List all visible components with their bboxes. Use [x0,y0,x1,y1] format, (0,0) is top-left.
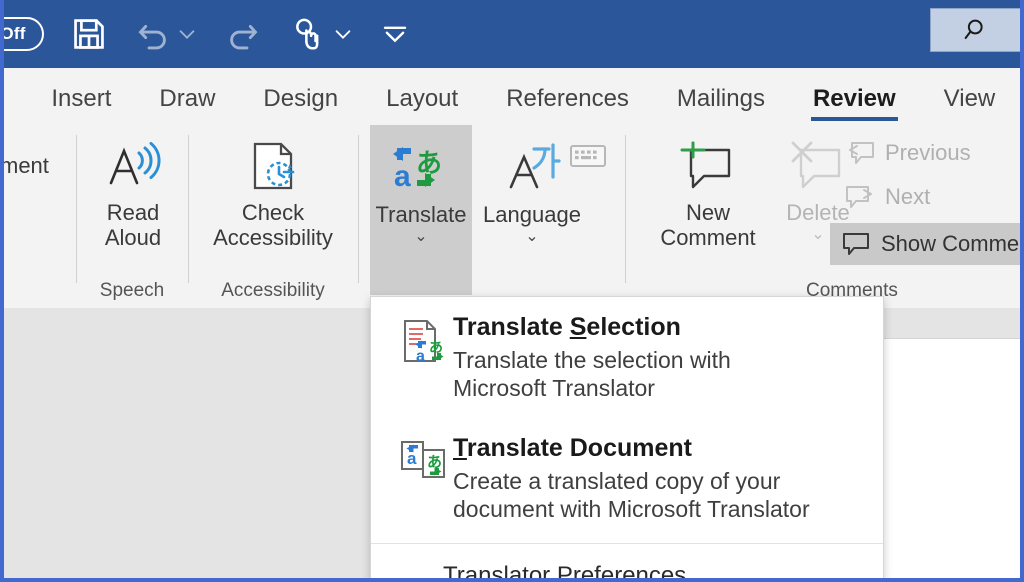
ribbon-group-comments: New Comment Delete ⌄ [626,123,1024,308]
undo-dropdown-icon[interactable] [176,23,198,45]
undo-icon[interactable] [134,15,172,53]
tab-draw[interactable]: Draw [159,87,215,123]
translate-selection-title: Translate Selection [453,313,865,341]
new-comment-button[interactable]: New Comment [646,133,770,250]
translate-icon: a あ [390,135,452,203]
chevron-down-icon[interactable]: ⌄ [414,229,427,245]
group-label-speech: Speech [77,280,187,302]
next-comment-icon [844,183,876,210]
search-icon [962,15,992,45]
tab-design[interactable]: Design [263,87,338,123]
ribbon-partial-label: ment [0,153,49,179]
show-comments-button[interactable]: Show Comments [830,223,1024,265]
word-window: Off [0,0,1024,582]
svg-text:a: a [394,160,411,193]
ribbon-tabs: e Insert Draw Design Layout References M… [0,68,1024,123]
new-comment-label-line1: New [686,201,730,226]
chevron-down-icon[interactable]: ⌄ [525,229,538,245]
tab-references[interactable]: References [506,87,629,123]
next-comment-label: Next [885,184,930,210]
ribbon-group-accessibility: Check Accessibility Accessibility [189,123,357,308]
translate-document-desc-line1: Create a translated copy of your [453,467,865,495]
menu-item-text: Translate Document Create a translated c… [453,434,865,523]
tab-review[interactable]: Review [813,87,896,123]
touch-mode-dropdown-icon[interactable] [332,23,354,45]
previous-comment-button[interactable]: Previous [838,137,977,168]
check-accessibility-icon [243,133,303,201]
ribbon-group-language: a あ Translate ⌄ [360,123,620,308]
menu-item-text: Translate Selection Translate the select… [453,313,865,402]
page-top-band [882,308,1024,339]
next-comment-button[interactable]: Next [838,181,936,212]
search-box[interactable] [930,8,1024,52]
translator-preferences-label: Translator Preferences... [443,562,706,582]
language-icon [501,135,563,203]
previous-comment-icon [844,139,876,166]
show-comments-icon [840,231,872,257]
read-aloud-label-line1: Read [107,201,160,226]
svg-text:a: a [416,348,425,365]
group-label-accessibility: Accessibility [189,280,357,302]
check-accessibility-button[interactable]: Check Accessibility [197,133,349,250]
touch-mode-icon[interactable] [288,15,326,53]
new-comment-label-line2: Comment [660,226,755,251]
ribbon-group-speech: Read Aloud Speech [77,123,187,308]
customize-qat-icon[interactable] [380,19,410,49]
menu-item-translator-preferences[interactable]: Translator Preferences... [371,544,883,582]
check-accessibility-label-line1: Check [242,201,304,226]
language-label: Language [483,203,581,228]
tab-view[interactable]: View [944,87,996,123]
show-comments-label: Show Comments [881,231,1024,257]
previous-comment-label: Previous [885,140,971,166]
ribbon: ment Read Aloud Speech [0,123,1024,309]
read-aloud-label-line2: Aloud [105,226,161,251]
keyboard-icon[interactable] [568,141,608,171]
read-aloud-button[interactable]: Read Aloud [85,133,181,250]
new-comment-icon [677,133,739,201]
autosave-toggle[interactable]: Off [0,17,44,51]
translate-document-title: Translate Document [453,434,865,462]
tab-insert[interactable]: Insert [51,87,111,123]
translate-document-desc-line2: document with Microsoft Translator [453,495,865,523]
translate-label: Translate [376,203,467,228]
read-aloud-icon [101,133,165,201]
quick-access-toolbar: Off [0,0,410,68]
group-divider [358,135,359,283]
translate-selection-desc-line2: Microsoft Translator [453,374,865,402]
autosave-toggle-label: Off [0,17,44,51]
tab-home-partial[interactable]: e [0,87,3,123]
save-icon[interactable] [70,15,108,53]
translate-dropdown-menu: a あ Translate Selection Translate the se… [370,296,884,582]
chevron-down-icon[interactable]: ⌄ [811,227,824,243]
translate-button[interactable]: a あ Translate ⌄ [370,125,472,295]
menu-item-translate-selection[interactable]: a あ Translate Selection Translate the se… [371,297,883,412]
title-bar: Off [0,0,1024,68]
translate-selection-icon: a あ [399,313,453,402]
translate-document-icon: a あ [399,434,453,523]
menu-item-translate-document[interactable]: a あ Translate Document Create a translat… [371,412,883,533]
tab-mailings[interactable]: Mailings [677,87,765,123]
check-accessibility-label-line2: Accessibility [213,226,333,251]
redo-icon[interactable] [224,15,262,53]
translate-selection-desc-line1: Translate the selection with [453,346,865,374]
tab-layout[interactable]: Layout [386,87,458,123]
document-page [881,308,1024,582]
